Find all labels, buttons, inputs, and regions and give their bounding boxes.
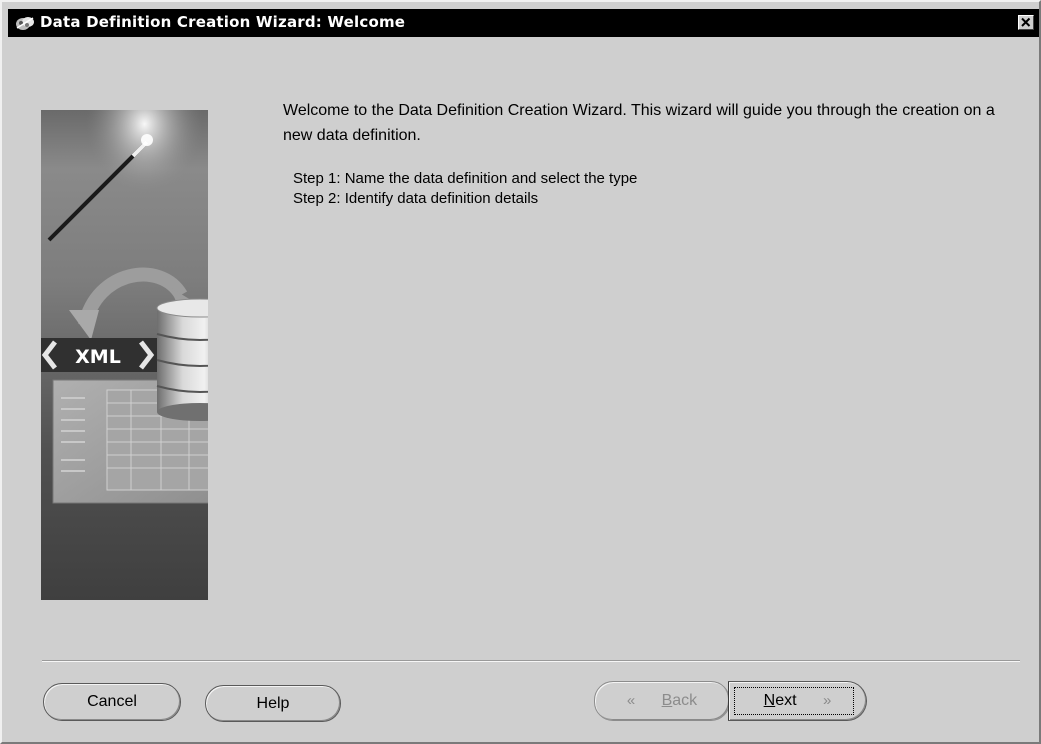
step-2: Step 2: Identify data definition details — [293, 190, 539, 207]
chevron-left-icon: « — [626, 692, 636, 709]
button-divider — [42, 660, 1020, 662]
cancel-button[interactable]: Cancel — [43, 683, 181, 721]
step-1: Step 1: Name the data definition and sel… — [293, 170, 638, 187]
steps-list: Step 1: Name the data definition and sel… — [283, 169, 1023, 209]
xml-database-wizard-illustration: XML — [41, 110, 208, 600]
welcome-text: Welcome to the Data Definition Creation … — [283, 102, 995, 144]
title-bar[interactable]: Data Definition Creation Wizard: Welcome — [8, 9, 1039, 37]
xml-label: XML — [75, 346, 121, 368]
window-title: Data Definition Creation Wizard: Welcome — [40, 13, 406, 31]
back-label: Back — [661, 692, 698, 709]
wizard-app-icon — [16, 17, 34, 30]
chevron-right-icon: » — [823, 692, 832, 709]
navigation-buttons: « Back Next » — [594, 681, 867, 721]
close-button[interactable] — [1018, 15, 1034, 30]
back-button[interactable]: « Back — [594, 681, 730, 721]
next-button[interactable]: Next » — [728, 681, 867, 721]
welcome-content: Welcome to the Data Definition Creation … — [283, 98, 1023, 209]
close-icon — [1021, 17, 1031, 27]
next-label: Next — [763, 692, 797, 709]
cancel-label: Cancel — [87, 693, 137, 710]
help-label: Help — [256, 695, 290, 712]
help-button[interactable]: Help — [205, 685, 341, 722]
wizard-dialog: Data Definition Creation Wizard: Welcome — [0, 0, 1041, 744]
